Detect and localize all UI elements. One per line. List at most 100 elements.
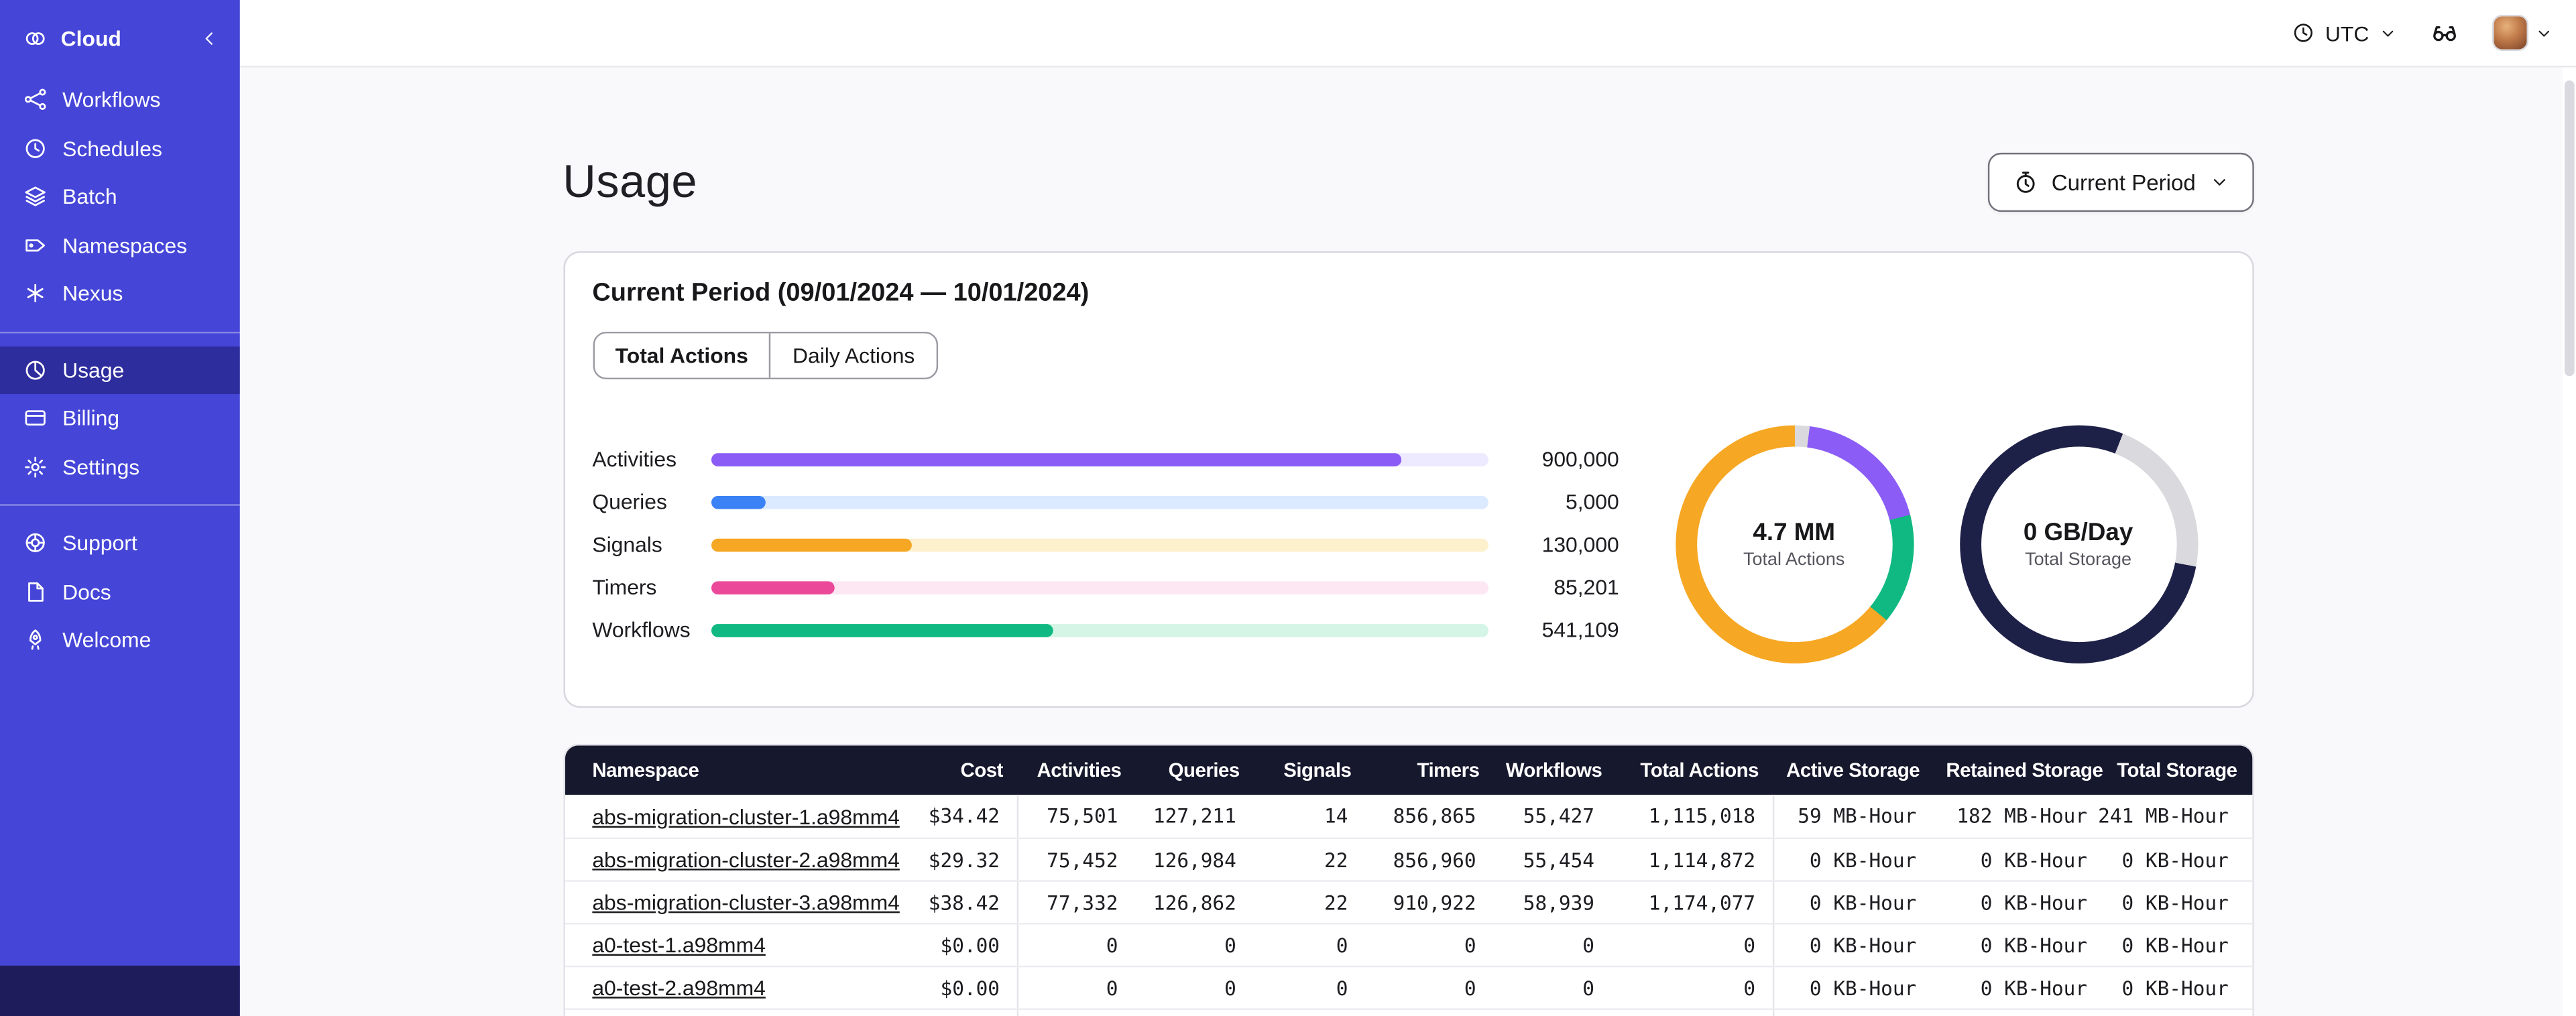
sidebar-footer: [0, 965, 240, 1016]
bar-fill: [710, 623, 1053, 637]
sidebar-item-label: Support: [62, 531, 137, 556]
glasses-button[interactable]: [2430, 18, 2459, 48]
queries-cell: 0: [1224, 976, 1236, 1000]
settings-icon: [23, 454, 48, 479]
support-icon: [23, 531, 48, 556]
signals-cell: 0: [1336, 933, 1348, 957]
signals-cell: 0: [1336, 976, 1348, 1000]
total-storage-donut: 0 GB/Day Total Storage: [1958, 425, 2198, 663]
donut-value: 0 GB/Day: [2023, 519, 2133, 547]
timers-cell: 0: [1364, 1010, 1492, 1016]
stopwatch-icon: [2012, 169, 2038, 195]
namespace-link[interactable]: a0-test-2.a98mm4: [592, 975, 766, 1000]
sidebar-divider: [0, 504, 240, 506]
brand-home-link[interactable]: Cloud: [23, 25, 121, 50]
column-header-active-storage: Active Storage: [1786, 759, 1920, 782]
sidebar-item-batch[interactable]: Batch: [0, 172, 240, 220]
sidebar-item-label: Schedules: [62, 135, 162, 161]
timezone-selector[interactable]: UTC: [2292, 21, 2397, 45]
sidebar-divider: [0, 330, 240, 333]
sidebar-item-label: Workflows: [62, 87, 161, 113]
queries-cell: 126,984: [1153, 848, 1236, 871]
user-menu[interactable]: [2492, 15, 2553, 51]
sidebar-item-workflows[interactable]: Workflows: [0, 76, 240, 124]
usage-charts: Activities 900,000 Queries 5,000 Signals: [592, 425, 2223, 663]
column-header-cost: Cost: [960, 759, 1004, 782]
current-period-card: Current Period (09/01/2024 — 10/01/2024)…: [563, 251, 2253, 708]
table-header-row: Namespace Cost Activities Queries Signal…: [564, 745, 2252, 795]
sidebar-item-usage[interactable]: Usage: [0, 345, 240, 395]
workflows-cell: 58,939: [1523, 891, 1595, 914]
workflows-cell: 0: [1582, 933, 1595, 957]
retained-storage-cell: 0 KB-Hour: [1980, 891, 2088, 914]
sidebar-item-label: Docs: [62, 579, 111, 605]
signals-cell: 0: [1252, 1010, 1364, 1016]
sidebar-item-label: Batch: [62, 184, 117, 209]
sidebar-item-welcome[interactable]: Welcome: [0, 616, 240, 664]
column-header-signals: Signals: [1283, 759, 1352, 782]
sidebar-collapse-button[interactable]: [198, 27, 220, 48]
bar-value: 85,201: [1554, 574, 1619, 600]
period-selector-button[interactable]: Current Period: [1987, 152, 2253, 212]
bar-track: [710, 452, 1488, 466]
queries-cell: 127,211: [1153, 804, 1236, 828]
signals-cell: 14: [1324, 804, 1348, 828]
total-actions-cell: 1,174,077: [1648, 891, 1756, 914]
bar-value: 5,000: [1566, 489, 1619, 514]
cost-cell: $0.00: [860, 1010, 1016, 1016]
active-storage-cell: 59 MB-Hour: [1771, 794, 1933, 838]
app-window: Cloud Workflows Schedules Batch Namespac…: [0, 0, 2576, 1016]
sidebar-item-settings[interactable]: Settings: [0, 442, 240, 491]
namespace-cell: abs-migration-cluster-2.a98mm4: [565, 839, 900, 880]
total-storage-cell: 0 KB-Hour: [2104, 1010, 2252, 1016]
total-actions-cell: 1,115,018: [1648, 804, 1756, 828]
timers-cell: 0: [1464, 976, 1476, 1000]
namespace-usage-table: Namespace Cost Activities Queries Signal…: [563, 743, 2253, 1016]
schedules-icon: [23, 136, 48, 161]
scrollbar-track[interactable]: [2563, 67, 2576, 1016]
namespace-link[interactable]: abs-migration-cluster-2.a98mm4: [592, 847, 900, 872]
retained-storage-cell: 182 MB-Hour: [1956, 804, 2088, 828]
namespace-link[interactable]: abs-migration-cluster-3.a98mm4: [592, 890, 900, 915]
queries-cell: 126,862: [1153, 891, 1236, 914]
namespace-link[interactable]: a0-test-1.a98mm4: [592, 933, 766, 958]
bar-value: 130,000: [1541, 531, 1619, 557]
tab-daily-actions[interactable]: Daily Actions: [769, 333, 937, 378]
active-storage-cell: 0 KB-Hour: [1771, 839, 1933, 881]
sidebar-item-namespaces[interactable]: Namespaces: [0, 221, 240, 269]
workflows-cell: 1: [1492, 1010, 1611, 1016]
scrollbar-thumb[interactable]: [2564, 80, 2575, 377]
topbar: UTC: [239, 0, 2576, 68]
bar-label: Activities: [592, 446, 677, 472]
table-row: a0-test-1.a98mm4 $0.00 0 0 0 0 0 0 0 KB-…: [564, 923, 2252, 966]
bar-row-workflows: Workflows 541,109: [592, 617, 1619, 643]
tab-total-actions[interactable]: Total Actions: [594, 333, 770, 377]
total-storage-cell: 241 MB-Hour: [2098, 804, 2229, 828]
total-actions-cell: 1,114,872: [1648, 848, 1756, 871]
sidebar-item-nexus[interactable]: Nexus: [0, 269, 240, 318]
column-header-total-actions: Total Actions: [1640, 759, 1759, 782]
activities-cell: 75,501: [1016, 794, 1134, 838]
donut-value: 4.7 MM: [1753, 519, 1835, 547]
sidebar-item-label: Nexus: [62, 281, 123, 306]
table-row: a0-test-2.a98mm4 $0.00 0 0 0 0 0 0 0 KB-…: [564, 965, 2252, 1009]
welcome-icon: [23, 628, 48, 653]
activities-cell: 0: [1016, 1009, 1134, 1016]
namespace-cell: abs-migration-cluster-1.a98mm4: [565, 795, 900, 838]
namespace-link[interactable]: abs-migration-cluster-1.a98mm4: [592, 804, 900, 828]
retained-storage-cell: 0 KB-Hour: [1980, 933, 2088, 957]
sidebar-item-docs[interactable]: Docs: [0, 568, 240, 616]
bar-fill: [710, 452, 1403, 466]
total-storage-cell: 0 KB-Hour: [2121, 976, 2229, 1000]
sidebar-item-label: Welcome: [62, 627, 152, 653]
sidebar-item-schedules[interactable]: Schedules: [0, 124, 240, 172]
billing-icon: [23, 406, 48, 431]
temporal-logo-icon: [23, 25, 48, 50]
bar-label: Signals: [592, 531, 662, 557]
glasses-icon: [2430, 18, 2459, 48]
nexus-icon: [23, 281, 48, 306]
card-title: Current Period (09/01/2024 — 10/01/2024): [592, 279, 1090, 308]
sidebar-item-billing[interactable]: Billing: [0, 394, 240, 442]
donut-center: 0 GB/Day Total Storage: [1959, 426, 2197, 663]
sidebar-item-support[interactable]: Support: [0, 519, 240, 567]
